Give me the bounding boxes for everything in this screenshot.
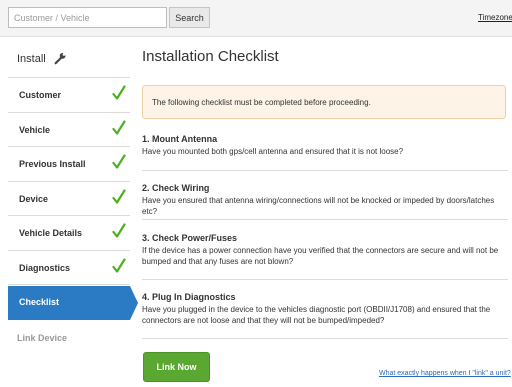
timezone-link[interactable]: Timezone bbox=[478, 13, 512, 22]
step-divider bbox=[142, 170, 508, 171]
checkmark-icon bbox=[112, 223, 126, 238]
sidebar-item-checklist-label[interactable]: Checklist bbox=[19, 297, 59, 307]
checklist-step-check-power-fuses: 3. Check Power/Fuses If the device has a… bbox=[142, 233, 508, 267]
install-sidebar: Install Customer Vehicle Previous Instal… bbox=[8, 46, 130, 285]
checkmark-icon bbox=[112, 188, 126, 204]
step-divider bbox=[142, 279, 508, 280]
sidebar-item-label: Device bbox=[19, 193, 49, 204]
checkmark-icon bbox=[112, 257, 126, 273]
checkmark-icon bbox=[112, 119, 126, 135]
checklist-step-mount-antenna: 1. Mount Antenna Have you mounted both g… bbox=[142, 134, 508, 157]
sidebar-item-customer[interactable]: Customer bbox=[8, 78, 130, 113]
link-now-button[interactable]: Link Now bbox=[143, 352, 210, 382]
customer-vehicle-search-input[interactable] bbox=[8, 7, 167, 28]
sidebar-item-previous-install[interactable]: Previous Install bbox=[8, 147, 130, 182]
step-description: Have you mounted both gps/cell antenna a… bbox=[142, 147, 404, 156]
checkmark-icon bbox=[112, 154, 126, 169]
alert-text: The following checklist must be complete… bbox=[152, 98, 371, 107]
sidebar-title: Install bbox=[17, 53, 46, 65]
sidebar-item-vehicle-details[interactable]: Vehicle Details bbox=[8, 216, 130, 251]
sidebar-item-label: Previous Install bbox=[19, 159, 86, 169]
step-description: Have you ensured that antenna wiring/con… bbox=[142, 196, 495, 216]
step-description: Have you plugged in the device to the ve… bbox=[142, 305, 491, 325]
step-description: If the device has a power connection hav… bbox=[142, 246, 499, 266]
sidebar-item-diagnostics[interactable]: Diagnostics bbox=[8, 251, 130, 285]
sidebar-item-label: Vehicle Details bbox=[19, 228, 83, 238]
step-divider bbox=[142, 219, 508, 220]
sidebar-item-vehicle[interactable]: Vehicle bbox=[8, 113, 130, 147]
page-title: Installation Checklist bbox=[142, 48, 279, 65]
checklist-step-check-wiring: 2. Check Wiring Have you ensured that an… bbox=[142, 183, 508, 217]
sidebar-item-label: Link Device bbox=[17, 333, 68, 343]
sidebar-item-label: Diagnostics bbox=[19, 262, 71, 273]
step-divider bbox=[142, 338, 508, 339]
link-help-link[interactable]: What exactly happens when I "link" a uni… bbox=[379, 370, 511, 377]
top-bar: Search Timezone bbox=[0, 0, 512, 37]
step-title: 3. Check Power/Fuses bbox=[142, 233, 238, 243]
sidebar-item-label: Vehicle bbox=[19, 124, 51, 135]
step-title: 4. Plug In Diagnostics bbox=[142, 292, 236, 302]
sidebar-item-link-device: Link Device bbox=[8, 320, 130, 354]
step-title: 2. Check Wiring bbox=[142, 183, 210, 193]
wrench-icon bbox=[54, 52, 66, 65]
search-button[interactable]: Search bbox=[169, 7, 210, 28]
checklist-alert: The following checklist must be complete… bbox=[142, 85, 506, 119]
sidebar-header: Install bbox=[8, 46, 130, 78]
sidebar-item-label: Customer bbox=[19, 90, 62, 100]
checkmark-icon bbox=[112, 85, 126, 100]
step-title: 1. Mount Antenna bbox=[142, 134, 218, 144]
sidebar-item-device[interactable]: Device bbox=[8, 182, 130, 216]
checklist-step-plug-in-diagnostics: 4. Plug In Diagnostics Have you plugged … bbox=[142, 292, 508, 326]
